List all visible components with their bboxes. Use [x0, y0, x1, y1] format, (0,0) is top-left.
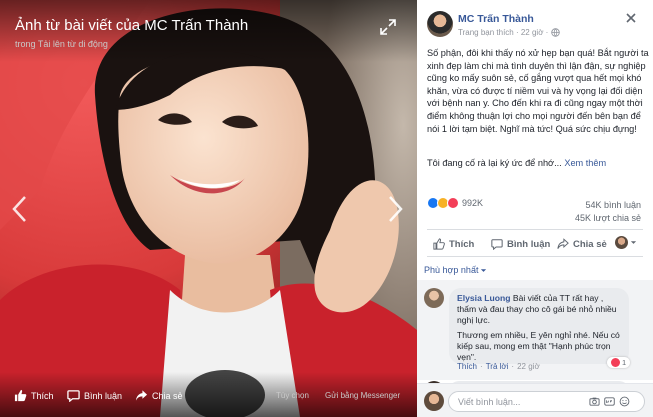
viewer-share-label: Chia sẻ	[152, 390, 183, 401]
comment-reaction-count: 1	[622, 358, 627, 367]
separator: ·	[511, 362, 515, 371]
avatar	[424, 391, 444, 411]
post-meta-text: Trang bạn thích · 22 giờ ·	[458, 28, 549, 37]
comment-icon	[491, 239, 503, 250]
post-text: Số phận, đôi khi thấy nó xử hẹp bạn quá!…	[427, 48, 649, 134]
caret-down-icon	[630, 241, 637, 244]
like-button[interactable]: Thích	[433, 238, 474, 250]
viewer-title: Ảnh từ bài viết của MC Trấn Thành	[15, 17, 249, 34]
viewer-like-label: Thích	[31, 390, 54, 401]
viewer-options-link[interactable]: Tùy chọn	[276, 391, 309, 400]
viewer-subtitle[interactable]: trong Tải lên từ di động	[15, 39, 108, 49]
love-reaction-icon	[447, 197, 459, 209]
comment-icon	[67, 390, 80, 402]
commenter-name[interactable]: Elysia Luong	[457, 293, 510, 303]
comment-actions: Thích · Trả lời · 22 giờ	[457, 362, 540, 371]
divider	[427, 229, 643, 230]
comment-input-placeholder: Viết bình luận...	[458, 397, 521, 407]
avatar	[615, 236, 628, 249]
reaction-count: 992K	[462, 198, 484, 208]
viewer-messenger-link[interactable]: Gửi bằng Messenger	[325, 391, 400, 400]
viewer-like-button[interactable]: Thích	[14, 389, 54, 402]
comment-bubble: Elysia Luong Bài viết của TT rất hay , t…	[449, 288, 629, 364]
audience-selector[interactable]	[615, 236, 637, 249]
share-icon	[557, 238, 569, 249]
viewer-comment-label: Bình luận	[84, 390, 123, 401]
comment-count[interactable]: 54K bình luận	[585, 200, 641, 210]
comment-time[interactable]: 22 giờ	[517, 362, 540, 371]
comment-button[interactable]: Bình luận	[491, 238, 550, 250]
divider	[427, 256, 643, 257]
love-reaction-icon	[611, 358, 620, 367]
comment-composer: Viết bình luận...	[417, 383, 653, 417]
thumbs-up-icon	[14, 389, 27, 402]
expand-icon[interactable]	[379, 18, 397, 36]
author-name[interactable]: MC Trấn Thành	[458, 13, 534, 25]
commenter-avatar[interactable]	[424, 288, 444, 308]
post-text-2: Tôi đang cố rà lại ký ức để nhớ... Xem t…	[427, 157, 649, 170]
share-button-label: Chia sẻ	[573, 238, 607, 250]
reactions-summary[interactable]: 992K	[427, 197, 483, 209]
comment-text: Elysia Luong Bài viết của TT rất hay , t…	[457, 293, 621, 326]
post-panel: MC Trấn Thành Trang bạn thích · 22 giờ ·…	[417, 0, 653, 417]
viewer-share-button[interactable]: Chia sẻ	[135, 389, 183, 402]
share-button[interactable]: Chia sẻ	[557, 238, 607, 250]
see-more-link[interactable]: Xem thêm	[564, 158, 606, 168]
like-button-label: Thích	[449, 238, 475, 250]
comments-list: Elysia Luong Bài viết của TT rất hay , t…	[417, 280, 653, 401]
comment-body-2: Thương em nhiều, E yên nghỉ nhé. Nếu có …	[457, 330, 620, 362]
comment-button-label: Bình luận	[507, 238, 551, 250]
sticker-icon[interactable]	[619, 396, 630, 407]
post-meta: Trang bạn thích · 22 giờ ·	[458, 28, 561, 37]
globe-icon	[551, 28, 561, 37]
photo-viewer: Ảnh từ bài viết của MC Trấn Thành trong …	[0, 0, 417, 417]
next-arrow-icon[interactable]	[385, 194, 405, 224]
comment-reactions[interactable]: 1	[607, 357, 631, 368]
comment-sort-dropdown[interactable]: Phù hợp nhất	[424, 265, 487, 275]
prev-arrow-icon[interactable]	[10, 194, 30, 224]
author-avatar[interactable]	[427, 11, 453, 37]
share-count[interactable]: 45K lượt chia sẻ	[575, 213, 641, 223]
share-icon	[135, 390, 148, 401]
comment-reply-link[interactable]: Trả lời	[486, 362, 509, 371]
camera-icon[interactable]	[589, 396, 600, 407]
comment-like-link[interactable]: Thích	[457, 362, 477, 371]
viewer-comment-button[interactable]: Bình luận	[67, 389, 122, 402]
post-photo[interactable]	[0, 0, 417, 417]
post-text-2-content: Tôi đang cố rà lại ký ức để nhớ...	[427, 158, 562, 168]
separator: ·	[480, 362, 483, 371]
caret-down-icon	[481, 268, 487, 272]
thumbs-up-icon	[433, 238, 445, 250]
gif-icon[interactable]	[604, 396, 615, 407]
comment-input[interactable]: Viết bình luận...	[448, 391, 645, 412]
comment-sort-label: Phù hợp nhất	[424, 265, 479, 275]
close-icon[interactable]	[625, 12, 637, 24]
